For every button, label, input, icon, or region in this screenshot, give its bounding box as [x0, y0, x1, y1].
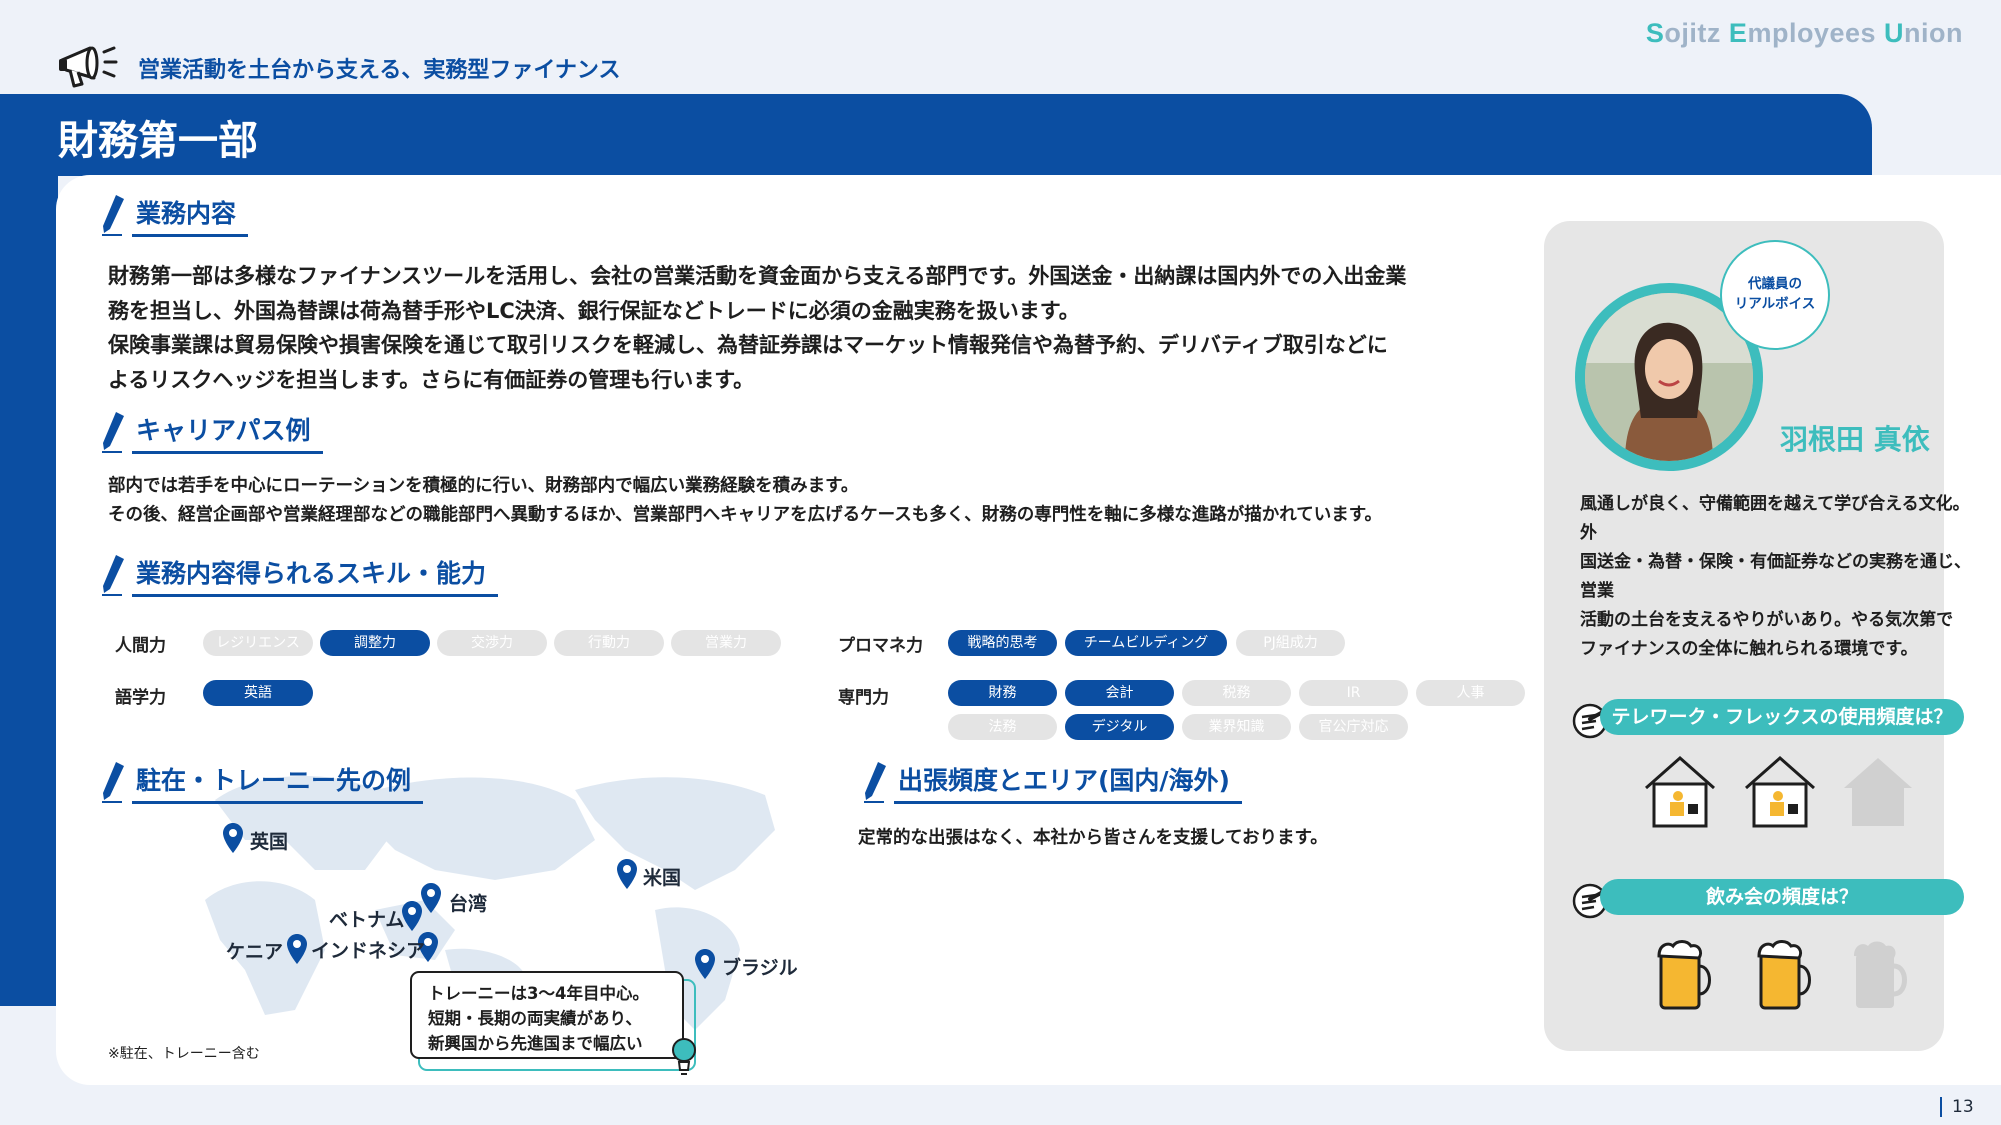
duties-line: 財務第一部は多様なファイナンスツールを活用し、会社の営業活動を資金面から支える部… — [108, 264, 1407, 288]
map-pin-icon — [617, 859, 637, 889]
map-pin-icon — [695, 949, 715, 979]
skill-pill: レジリエンス — [203, 630, 313, 656]
skill-pill: 戦略的思考 — [948, 630, 1057, 656]
skill-group-label: プロマネ力 — [838, 636, 923, 656]
title-band — [0, 94, 1872, 176]
career-text: 部内では若手を中心にローテーションを積極的に行い、財務部内で幅広い業務経験を積み… — [108, 472, 1528, 530]
country-label: ケニア — [226, 941, 284, 963]
map-pin-icon — [421, 883, 441, 913]
skill-pill: IR — [1299, 680, 1408, 706]
skill-group-label: 人間力 — [115, 636, 166, 656]
page-number-bar — [1940, 1097, 1942, 1117]
brand-word-2-rest: mployees — [1747, 18, 1876, 48]
brand-logo: Sojitz Employees Union — [1646, 18, 1963, 49]
skill-pill: チームビルディング — [1065, 630, 1227, 656]
voice-line: 活動の土台を支えるやりがいあり。やる気次第で — [1580, 610, 1954, 630]
travel-text: 定常的な出張はなく、本社から皆さんを支援しております。 — [858, 828, 1328, 848]
skill-group-label: 専門力 — [838, 688, 889, 708]
brand-initial-e: E — [1728, 18, 1748, 48]
country-label: 米国 — [643, 867, 682, 889]
skill-pill: PJ組成力 — [1236, 630, 1345, 656]
callout-line: 新興国から先進国まで幅広い — [428, 1034, 643, 1053]
person-name: 羽根田 真依 — [1780, 423, 1930, 456]
left-band — [0, 176, 58, 1006]
house-icon — [1645, 755, 1715, 828]
beer-mug-icon — [1854, 941, 1907, 1008]
skill-pill: 人事 — [1416, 680, 1525, 706]
skill-pill: 行動力 — [554, 630, 664, 656]
skill-pill: 官公庁対応 — [1299, 714, 1408, 740]
drinking-question: 飲み会の頻度は？ — [1600, 879, 1964, 915]
skill-pill: 税務 — [1182, 680, 1291, 706]
voice-line: ファイナンスの全体に触れられる環境です。 — [1580, 639, 1918, 659]
duties-line: 務を担当し、外国為替課は荷為替手形やLC決済、銀行保証などトレードに必須の金融実… — [108, 298, 1080, 323]
pencil-icon — [102, 762, 124, 803]
pencil-icon — [102, 195, 124, 236]
beer-mug-icon — [1757, 940, 1811, 1010]
section-heading-skills: 業務内容得られるスキル・能力 — [100, 553, 499, 597]
page-number: 13 — [1952, 1097, 1974, 1117]
section-heading-overseas: 駐在・トレーニー先の例 — [100, 760, 424, 804]
real-voice-bubble: 代議員の リアルボイス — [1720, 240, 1830, 350]
section-heading-career: キャリアパス例 — [100, 410, 323, 454]
country-label: ベトナム — [329, 909, 405, 931]
section-title: キャリアパス例 — [132, 411, 323, 454]
brand-initial-s: S — [1645, 18, 1665, 48]
country-label: 台湾 — [449, 893, 488, 915]
telework-question: テレワーク・フレックスの使用頻度は？ — [1600, 699, 1964, 735]
skill-pill: 会計 — [1065, 680, 1174, 706]
pencil-icon — [102, 412, 124, 453]
house-icon — [1745, 755, 1815, 828]
skill-pill: 調整力 — [320, 630, 430, 656]
bubble-line: 代議員の — [1748, 276, 1802, 292]
section-heading-duties: 業務内容 — [100, 193, 249, 237]
country-label: インドネシア — [311, 940, 426, 962]
skill-pill: 業界知識 — [1182, 714, 1291, 740]
house-icon — [1844, 758, 1912, 826]
voice-line: 風通しが良く、守備範囲を越えて学び合える文化。外 — [1580, 494, 1970, 543]
lightbulb-icon — [672, 1038, 696, 1075]
brand-word-1-rest: ojitz — [1664, 18, 1721, 48]
duties-line: 保険事業課は貿易保険や損害保険を通じて取引リスクを軽減し、為替証券課はマーケット… — [108, 333, 1388, 357]
voice-line: 国送金・為替・保険・有価証券などの実務を通じ、営業 — [1580, 552, 1971, 601]
skill-pill: 交渉力 — [437, 630, 547, 656]
megaphone-icon — [59, 46, 118, 88]
skill-pill: デジタル — [1065, 714, 1174, 740]
map-pin-icon — [223, 823, 243, 853]
brand-initial-u: U — [1884, 18, 1905, 48]
overseas-note: ※駐在、トレーニー含む — [108, 1046, 260, 1062]
country-label: 英国 — [250, 831, 289, 853]
map-pin-icon — [287, 934, 307, 964]
skill-pill: 営業力 — [671, 630, 781, 656]
section-title: 業務内容得られるスキル・能力 — [132, 554, 499, 597]
section-title: 駐在・トレーニー先の例 — [132, 761, 424, 804]
skill-pill: 英語 — [203, 680, 313, 706]
bubble-line: リアルボイス — [1734, 296, 1816, 312]
section-heading-travel: 出張頻度とエリア(国内/海外) — [862, 760, 1242, 804]
brand-word-3-rest: nion — [1904, 18, 1963, 48]
trainee-callout: トレーニーは3～4年目中心。 短期・長期の両実績があり、 新興国から先進国まで幅… — [410, 971, 684, 1059]
callout-line: トレーニーは3～4年目中心。 — [428, 984, 649, 1003]
pencil-icon — [864, 762, 886, 803]
page-title: 財務第一部 — [58, 118, 258, 164]
skill-pill: 財務 — [948, 680, 1057, 706]
duties-text: 財務第一部は多様なファイナンスツールを活用し、会社の営業活動を資金面から支える部… — [108, 259, 1508, 397]
country-label: ブラジル — [722, 957, 798, 979]
duties-line: よるリスクヘッジを担当します。さらに有価証券の管理も行います。 — [108, 367, 755, 392]
voice-text: 風通しが良く、守備範囲を越えて学び合える文化。外 国送金・為替・保険・有価証券な… — [1580, 490, 1980, 664]
section-title: 出張頻度とエリア(国内/海外) — [894, 761, 1242, 804]
beer-mug-icon — [1657, 940, 1711, 1010]
callout-line: 短期・長期の両実績があり、 — [428, 1009, 642, 1028]
section-title: 業務内容 — [132, 194, 249, 237]
career-line: 部内では若手を中心にローテーションを積極的に行い、財務部内で幅広い業務経験を積み… — [108, 476, 859, 496]
skill-group-label: 語学力 — [115, 688, 166, 708]
pencil-icon — [102, 555, 124, 596]
skill-pill: 法務 — [948, 714, 1057, 740]
tagline: 営業活動を土台から支える、実務型ファイナンス — [138, 58, 621, 83]
career-line: その後、経営企画部や営業経理部などの職能部門へ異動するほか、営業部門へキャリアを… — [108, 505, 1382, 525]
